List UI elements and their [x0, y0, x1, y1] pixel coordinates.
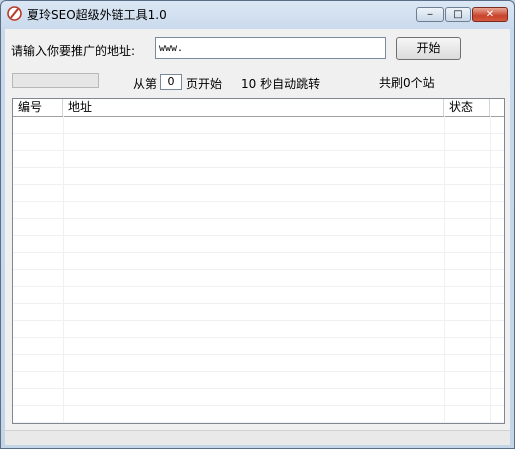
status-bar: [5, 430, 510, 445]
grid-line: [444, 116, 445, 423]
grid-line: [490, 116, 491, 423]
grid-line: [13, 371, 504, 372]
grid-line: [13, 235, 504, 236]
progress-bar: [12, 73, 99, 88]
maximize-icon: □: [453, 8, 463, 20]
grid-line: [13, 354, 504, 355]
grid-line: [13, 320, 504, 321]
page-start-label: 页开始: [186, 77, 223, 91]
table-header: 编号 地址 状态: [13, 99, 504, 117]
auto-jump-label: 10 秒自动跳转: [241, 77, 321, 91]
minimize-button[interactable]: ─: [416, 7, 444, 22]
grid-line: [13, 422, 504, 423]
column-header-address[interactable]: 地址: [63, 99, 444, 116]
from-page-label: 从第: [133, 77, 158, 91]
start-page-input[interactable]: 0: [160, 74, 182, 90]
close-button[interactable]: ✕: [472, 7, 508, 22]
window-title: 夏玲SEO超级外链工具1.0: [27, 8, 167, 22]
app-logo-icon: [7, 6, 22, 21]
url-label: 请输入你要推广的地址:: [11, 44, 136, 58]
grid-line: [63, 116, 64, 423]
grid-line: [13, 303, 504, 304]
minimize-icon: ─: [427, 9, 433, 19]
total-sites-label: 共刷0个站: [379, 76, 435, 90]
maximize-button[interactable]: □: [445, 7, 471, 22]
column-header-status[interactable]: 状态: [444, 99, 490, 116]
grid-line: [13, 269, 504, 270]
main-window: 夏玲SEO超级外链工具1.0 ─ □ ✕ 请输入你要推广的地址: www. 开始…: [0, 0, 515, 449]
grid-line: [13, 133, 504, 134]
close-icon: ✕: [485, 8, 495, 20]
grid-line: [13, 388, 504, 389]
grid-line: [13, 167, 504, 168]
grid-line: [13, 252, 504, 253]
grid-line: [13, 218, 504, 219]
grid-line: [13, 150, 504, 151]
start-button[interactable]: 开始: [396, 37, 461, 60]
title-bar[interactable]: 夏玲SEO超级外链工具1.0 ─ □ ✕: [1, 1, 514, 29]
column-header-number[interactable]: 编号: [13, 99, 63, 116]
grid-line: [13, 286, 504, 287]
url-input[interactable]: www.: [155, 37, 386, 59]
client-area: 请输入你要推广的地址: www. 开始 从第 0 页开始 10 秒自动跳转 共刷…: [5, 29, 510, 445]
result-table[interactable]: 编号 地址 状态: [12, 98, 505, 424]
grid-line: [13, 201, 504, 202]
grid-line: [13, 405, 504, 406]
grid-line: [13, 337, 504, 338]
grid-line: [13, 184, 504, 185]
